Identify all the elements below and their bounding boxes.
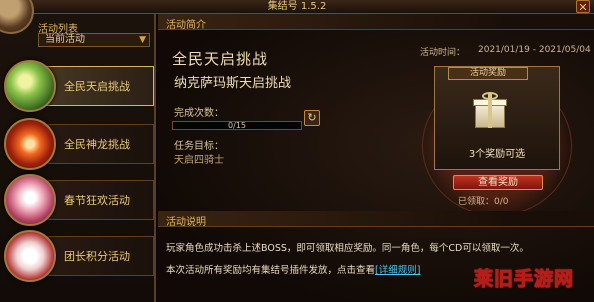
activity-detail-panel: 活动简介 全民天启挑战 纳克萨玛斯天启挑战 活动时间： 2021/01/19 -…: [158, 14, 594, 302]
completion-count-label: 完成次数：: [174, 108, 224, 119]
activity-item-label: 团长积分活动: [64, 250, 130, 263]
description-header-label: 活动说明: [166, 217, 206, 228]
filter-selected-value: 当前活动: [45, 34, 85, 45]
progress-text: 0/15: [228, 121, 246, 130]
activity-filter-dropdown[interactable]: 当前活动 ▼: [38, 33, 150, 47]
scroll-orb-icon: [4, 230, 56, 282]
task-goal-label: 任务目标：: [174, 141, 224, 152]
activity-title: 全民天启挑战: [172, 50, 269, 68]
activity-item-spring-festival[interactable]: 春节狂欢活动: [4, 174, 154, 226]
description-line-1: 玩家角色成功击杀上述BOSS，即可领取相应奖励。同一角色，每个CD可以领取一次。: [166, 243, 529, 254]
intro-header-label: 活动简介: [166, 20, 206, 31]
reward-tab: 活动奖励: [448, 67, 528, 80]
claimed-count-text: 已领取：0/0: [458, 197, 509, 207]
activity-subtitle: 纳克萨玛斯天启挑战: [174, 76, 292, 91]
description-line-2-text: 本次活动所有奖励均有集结号插件发放，点击查看: [166, 265, 376, 276]
gift-box-icon[interactable]: [473, 92, 507, 130]
description-section-header: 活动说明: [158, 211, 594, 228]
activity-item-label: 春节狂欢活动: [64, 194, 130, 207]
close-icon[interactable]: ✕: [576, 0, 590, 14]
completion-progress-bar: 0/15: [172, 121, 302, 130]
activity-list-panel: 活动列表 当前活动 ▼ 全民天启挑战 全民神龙挑战 春节狂欢活动 团长积分活动: [0, 14, 156, 302]
potion-icon: [4, 60, 56, 112]
refresh-icon: ↻: [307, 111, 317, 124]
chevron-down-icon: ▼: [139, 35, 146, 45]
view-rewards-button[interactable]: 查看奖励: [453, 175, 543, 190]
reward-count-text: 3个奖励可选: [468, 149, 526, 160]
detailed-rules-link[interactable]: [详细规则]: [375, 265, 420, 276]
title-bar: 集结号 1.5.2 ✕: [0, 0, 594, 14]
activity-item-label: 全民神龙挑战: [64, 138, 130, 151]
watermark-logo: 莱旧手游网: [474, 268, 575, 291]
activity-item-apocalypse-challenge[interactable]: 全民天启挑战: [4, 60, 154, 112]
activity-item-label: 全民天启挑战: [64, 80, 130, 93]
window-title: 集结号 1.5.2: [267, 1, 327, 12]
activity-time-label: 活动时间：: [420, 48, 466, 58]
activity-item-dragon-challenge[interactable]: 全民神龙挑战: [4, 118, 154, 170]
activity-item-leader-points[interactable]: 团长积分活动: [4, 230, 154, 282]
activity-time-value: 2021/01/19 - 2021/05/04: [478, 45, 591, 55]
task-goal-value: 天启四骑士: [174, 155, 224, 166]
intro-section-header: 活动简介: [158, 14, 594, 31]
fire-orb-icon: [4, 118, 56, 170]
festival-orb-icon: [4, 174, 56, 226]
refresh-button[interactable]: ↻: [304, 110, 320, 126]
description-line-2: 本次活动所有奖励均有集结号插件发放，点击查看[详细规则]: [166, 262, 420, 276]
